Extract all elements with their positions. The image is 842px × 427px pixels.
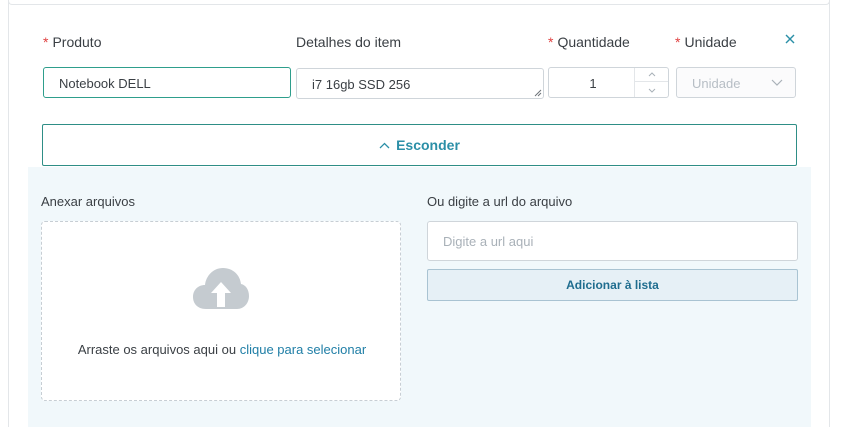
chevron-up-icon	[648, 72, 655, 77]
upload-label: Anexar arquivos	[41, 194, 135, 209]
card-top-edge	[8, 0, 830, 5]
chevron-down-icon	[648, 88, 655, 93]
quantidade-label: * Quantidade	[548, 34, 630, 50]
quantidade-stepper[interactable]: 1	[548, 67, 669, 98]
produto-input[interactable]: Notebook DELL	[43, 67, 291, 98]
required-mark: *	[548, 34, 554, 50]
decrement-button[interactable]	[635, 83, 668, 97]
dropzone-text: Arraste os arquivos aqui ou clique para …	[77, 342, 367, 357]
quantidade-value: 1	[589, 76, 597, 91]
resize-grip-icon[interactable]	[534, 89, 542, 97]
required-mark: *	[43, 34, 49, 50]
add-to-list-button[interactable]: Adicionar à lista	[427, 269, 798, 301]
unidade-label: * Unidade	[675, 34, 737, 50]
unidade-select[interactable]: Unidade	[676, 67, 796, 98]
detalhes-value: i7 16gb SSD 256	[312, 77, 411, 92]
url-label: Ou digite a url do arquivo	[427, 194, 573, 209]
file-url-input[interactable]: Digite a url aqui	[427, 221, 798, 261]
url-placeholder: Digite a url aqui	[443, 234, 534, 249]
increment-button[interactable]	[635, 68, 668, 82]
hide-attachments-button[interactable]: Esconder	[42, 124, 797, 166]
hide-attachments-label: Esconder	[396, 137, 460, 153]
detalhes-label: Detalhes do item	[296, 34, 402, 50]
chevron-up-icon	[379, 142, 390, 148]
select-files-link[interactable]: clique para selecionar	[240, 342, 366, 357]
file-dropzone[interactable]: Arraste os arquivos aqui ou clique para …	[41, 221, 401, 401]
required-mark: *	[675, 34, 681, 50]
produto-label: * Produto	[43, 34, 102, 50]
unidade-placeholder: Unidade	[692, 76, 741, 91]
produto-value: Notebook DELL	[59, 76, 151, 91]
remove-item-close-icon[interactable]	[783, 32, 797, 46]
cloud-upload-icon	[193, 268, 249, 309]
chevron-down-icon	[771, 79, 783, 86]
detalhes-textarea[interactable]: i7 16gb SSD 256	[296, 68, 544, 99]
stepper-controls	[634, 68, 668, 97]
